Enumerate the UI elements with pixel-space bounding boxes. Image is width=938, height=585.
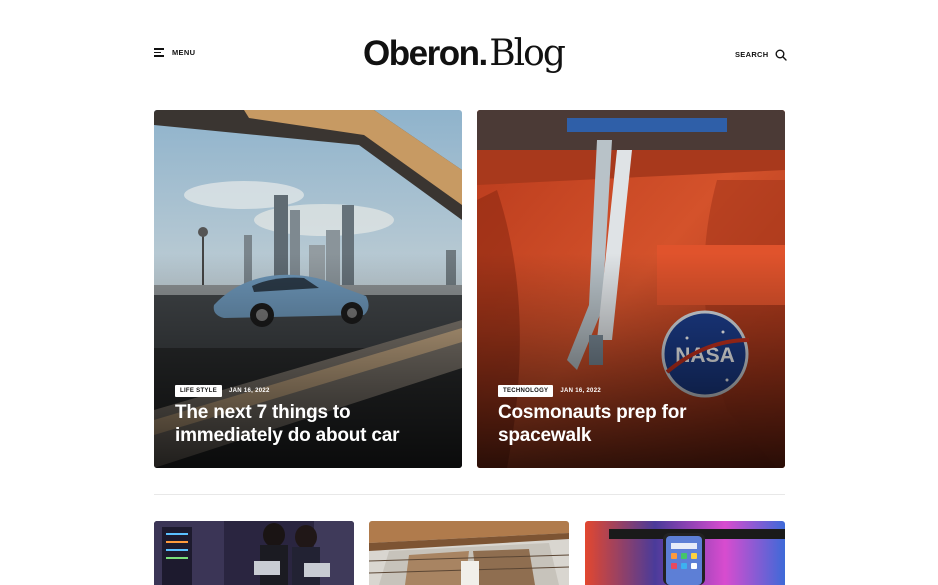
vessel-staircase-structure-image (369, 521, 569, 585)
post-date: JAN 16, 2022 (229, 388, 270, 394)
search-label: SEARCH (735, 49, 769, 59)
post-date: JAN 16, 2022 (560, 388, 601, 394)
smartphone-colorful-background-image (585, 521, 785, 585)
section-divider (154, 494, 785, 495)
menu-label: MENU (172, 48, 196, 57)
site-header: MENU Oberon. Blog SEARCH (0, 0, 938, 110)
search-button[interactable]: SEARCH (735, 48, 788, 61)
post-title[interactable]: Cosmonauts prep for spacewalk (498, 401, 768, 447)
post-title[interactable]: The next 7 things to immediately do abou… (175, 401, 445, 447)
post-meta: TECHNOLOGY JAN 16, 2022 (498, 385, 601, 397)
search-icon (775, 48, 788, 61)
logo-dot: . (478, 34, 489, 73)
site-logo[interactable]: Oberon. Blog (363, 33, 566, 77)
hamburger-icon (154, 48, 165, 57)
featured-post-card[interactable]: LIFE STYLE JAN 16, 2022 The next 7 thing… (154, 110, 462, 468)
two-women-server-room-image (154, 521, 354, 585)
logo-sub-text: Blog (489, 33, 566, 74)
menu-button[interactable]: MENU (154, 48, 195, 57)
featured-post-card[interactable]: NASA TECHNOLOGY JAN 16, 2022 Cosmonauts … (477, 110, 785, 468)
post-thumbnail[interactable] (154, 521, 354, 585)
post-meta: LIFE STYLE JAN 16, 2022 (175, 385, 270, 397)
logo-main-text: Oberon (363, 34, 480, 73)
category-badge[interactable]: LIFE STYLE (175, 385, 223, 397)
post-thumbnail[interactable] (585, 521, 785, 585)
post-thumbnail[interactable] (369, 521, 569, 585)
category-badge[interactable]: TECHNOLOGY (498, 385, 554, 397)
